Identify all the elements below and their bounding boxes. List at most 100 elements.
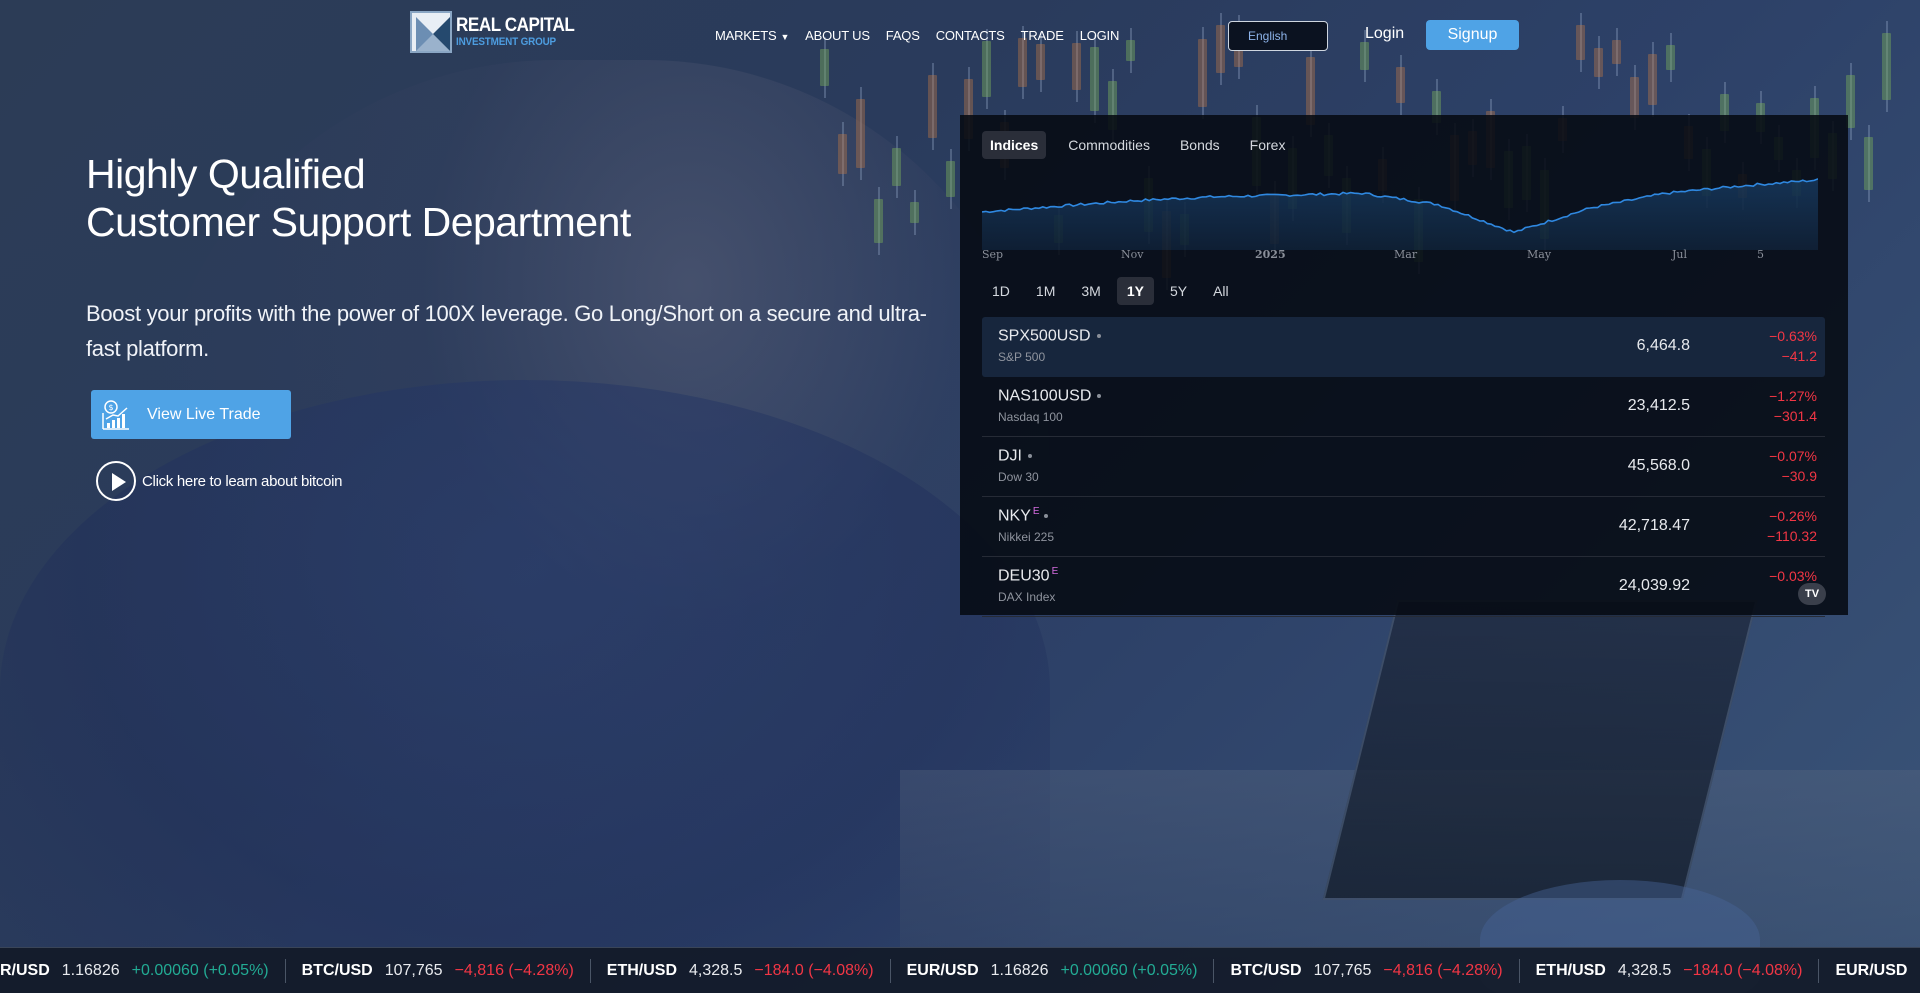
ticker-item[interactable]: ETH/USD 4,328.5 −184.0 (−4.08%) bbox=[591, 958, 891, 983]
signup-button[interactable]: Signup bbox=[1426, 20, 1519, 50]
nav-faqs[interactable]: FAQS bbox=[886, 28, 920, 43]
symbol-price: 23,412.5 bbox=[1627, 397, 1690, 414]
x-tick: 2025 bbox=[1255, 248, 1286, 261]
nav-login[interactable]: LOGIN bbox=[1080, 28, 1120, 43]
status-dot-icon bbox=[1096, 334, 1101, 339]
ticker-change: +0.00060 (+0.05%) bbox=[131, 961, 269, 979]
symbol-description: S&P 500 bbox=[998, 350, 1046, 364]
x-tick: 5 bbox=[1757, 248, 1764, 261]
ticker-symbol: ETH/USD bbox=[606, 961, 678, 979]
range-5y[interactable]: 5Y bbox=[1160, 277, 1197, 305]
view-live-trade-label: View Live Trade bbox=[147, 405, 261, 423]
exchange-badge: E bbox=[1032, 506, 1040, 517]
site-header: REAL CAPITAL INVESTMENT GROUP MARKETS ▼ A… bbox=[0, 0, 1920, 70]
exchange-badge: E bbox=[1051, 566, 1059, 577]
range-selector: 1D 1M 3M 1Y 5Y All bbox=[982, 277, 1243, 305]
ticker-change: −4,816 (−4.28%) bbox=[1383, 961, 1503, 979]
login-button[interactable]: Login bbox=[1365, 25, 1404, 43]
price-ticker-tape[interactable]: R/USD 1.16826 +0.00060 (+0.05%) BTC/USD 107,… bbox=[0, 947, 1920, 993]
symbol-description: Nasdaq 100 bbox=[998, 410, 1063, 424]
ticker-price: 1.16826 bbox=[61, 961, 120, 979]
market-overview-widget: Indices Commodities Bonds Forex Sep Nov … bbox=[960, 115, 1848, 617]
ticker-price: 4,328.5 bbox=[689, 961, 743, 979]
ticker-item[interactable]: R/USD 1.16826 +0.00060 (+0.05%) bbox=[0, 958, 286, 983]
tab-commodities[interactable]: Commodities bbox=[1060, 131, 1158, 159]
symbol-change: −41.2 bbox=[1781, 348, 1817, 364]
symbol-name: SPX500USD bbox=[998, 326, 1101, 345]
symbol-name: DEU30 E bbox=[998, 566, 1058, 585]
tab-bonds[interactable]: Bonds bbox=[1172, 131, 1228, 159]
range-3m[interactable]: 3M bbox=[1071, 277, 1110, 305]
ticker-item[interactable]: ETH/USD 4,328.5 −184.0 (−4.08%) bbox=[1520, 958, 1820, 983]
tradingview-logo-icon[interactable]: TV bbox=[1798, 583, 1826, 605]
range-1m[interactable]: 1M bbox=[1026, 277, 1065, 305]
range-1y[interactable]: 1Y bbox=[1116, 277, 1154, 305]
candle-body bbox=[928, 75, 937, 139]
nav-markets[interactable]: MARKETS ▼ bbox=[715, 28, 789, 43]
symbol-row[interactable]: DEU30EDAX Index24,039.92−0.03%−6 bbox=[982, 557, 1825, 617]
symbol-change: −301.4 bbox=[1773, 408, 1817, 424]
market-tabs: Indices Commodities Bonds Forex bbox=[982, 131, 1301, 159]
ticker-change: −4,816 (−4.28%) bbox=[454, 961, 574, 979]
hero-subtitle: Boost your profits with the power of 100… bbox=[86, 301, 927, 361]
brand-line-1: REAL CAPITAL bbox=[456, 15, 575, 36]
candle-body bbox=[1864, 137, 1873, 190]
language-select[interactable]: English bbox=[1228, 21, 1328, 51]
nav-contacts[interactable]: CONTACTS bbox=[936, 28, 1005, 43]
ticker-symbol: BTC/USD bbox=[301, 961, 373, 979]
tab-forex[interactable]: Forex bbox=[1242, 131, 1294, 159]
symbol-change-percent: −1.27% bbox=[1769, 388, 1817, 404]
symbol-name: DJI bbox=[998, 446, 1032, 465]
ticker-symbol: ETH/USD bbox=[1535, 961, 1606, 979]
ticker-symbol: R/USD bbox=[0, 961, 50, 979]
symbol-name: NKY E bbox=[998, 506, 1048, 525]
tab-indices[interactable]: Indices bbox=[982, 131, 1047, 159]
candle-body bbox=[856, 99, 865, 168]
status-dot-icon bbox=[1043, 514, 1048, 519]
range-all[interactable]: All bbox=[1203, 277, 1239, 305]
growth-chart-icon: $ bbox=[101, 399, 131, 431]
nav-trade[interactable]: TRADE bbox=[1021, 28, 1064, 43]
hero-title: Highly Qualified Customer Support Depart… bbox=[86, 150, 631, 246]
symbol-name: NAS100USD bbox=[998, 386, 1102, 405]
background-laptop bbox=[1322, 600, 1758, 900]
status-dot-icon bbox=[1097, 394, 1102, 399]
x-tick: Mar bbox=[1394, 248, 1418, 261]
candle-body bbox=[838, 134, 847, 174]
ticker-item[interactable]: EUR/USD bbox=[1819, 959, 1920, 983]
ticker-symbol: BTC/USD bbox=[1230, 961, 1302, 979]
ticker-item[interactable]: BTC/USD 107,765 −4,816 (−4.28%) bbox=[1214, 958, 1520, 983]
nav-about-us[interactable]: ABOUT US bbox=[805, 28, 870, 43]
symbol-row[interactable]: NKY E Nikkei 225 42,718.47 −0.26% −110.32 bbox=[982, 497, 1825, 557]
brand-line-2: INVESTMENT GROUP bbox=[456, 36, 556, 48]
symbol-price: 45,568.0 bbox=[1627, 457, 1690, 474]
symbol-change: −30.9 bbox=[1781, 468, 1817, 484]
symbol-row[interactable]: NAS100USD Nasdaq 100 23,412.5 −1.27% −301.4 bbox=[982, 377, 1825, 437]
symbol-ticker: DJI bbox=[998, 447, 1022, 465]
symbol-change-percent: −0.07% bbox=[1769, 448, 1817, 464]
learn-bitcoin-link[interactable]: Click here to learn about bitcoin bbox=[96, 461, 343, 501]
caret-down-icon: ▼ bbox=[780, 32, 790, 42]
play-icon[interactable] bbox=[96, 461, 136, 501]
ticker-symbol: EUR/USD bbox=[1835, 961, 1908, 979]
ticker-change: +0.00060 (+0.05%) bbox=[1060, 961, 1198, 979]
ticker-price: 107,765 bbox=[1313, 961, 1372, 979]
symbol-row[interactable]: SPX500USD S&P 500 6,464.8 −0.63% −41.2 bbox=[982, 317, 1825, 377]
symbol-change-percent: −0.26% bbox=[1769, 508, 1817, 524]
candle-body bbox=[1396, 66, 1405, 103]
symbol-row[interactable]: DJI Dow 30 45,568.0 −0.07% −30.9 bbox=[982, 437, 1825, 497]
brand-logo[interactable]: REAL CAPITAL INVESTMENT GROUP bbox=[410, 11, 588, 53]
ticker-item[interactable]: BTC/USD 107,765 −4,816 (−4.28%) bbox=[286, 958, 591, 983]
brand-name: REAL CAPITAL INVESTMENT GROUP bbox=[456, 16, 588, 48]
view-live-trade-button[interactable]: $ View Live Trade bbox=[91, 390, 291, 439]
symbol-change-percent: −0.63% bbox=[1769, 328, 1817, 344]
symbol-ticker: DEU30 bbox=[998, 567, 1050, 585]
x-tick: Nov bbox=[1121, 248, 1144, 261]
x-tick: Jul bbox=[1672, 248, 1688, 261]
ticker-price: 107,765 bbox=[384, 961, 443, 979]
symbol-ticker: NKY bbox=[998, 507, 1031, 525]
ticker-item[interactable]: EUR/USD 1.16826 +0.00060 (+0.05%) bbox=[891, 958, 1215, 983]
x-tick: May bbox=[1527, 248, 1552, 261]
range-1d[interactable]: 1D bbox=[982, 277, 1020, 305]
symbol-description: DAX Index bbox=[998, 590, 1056, 604]
